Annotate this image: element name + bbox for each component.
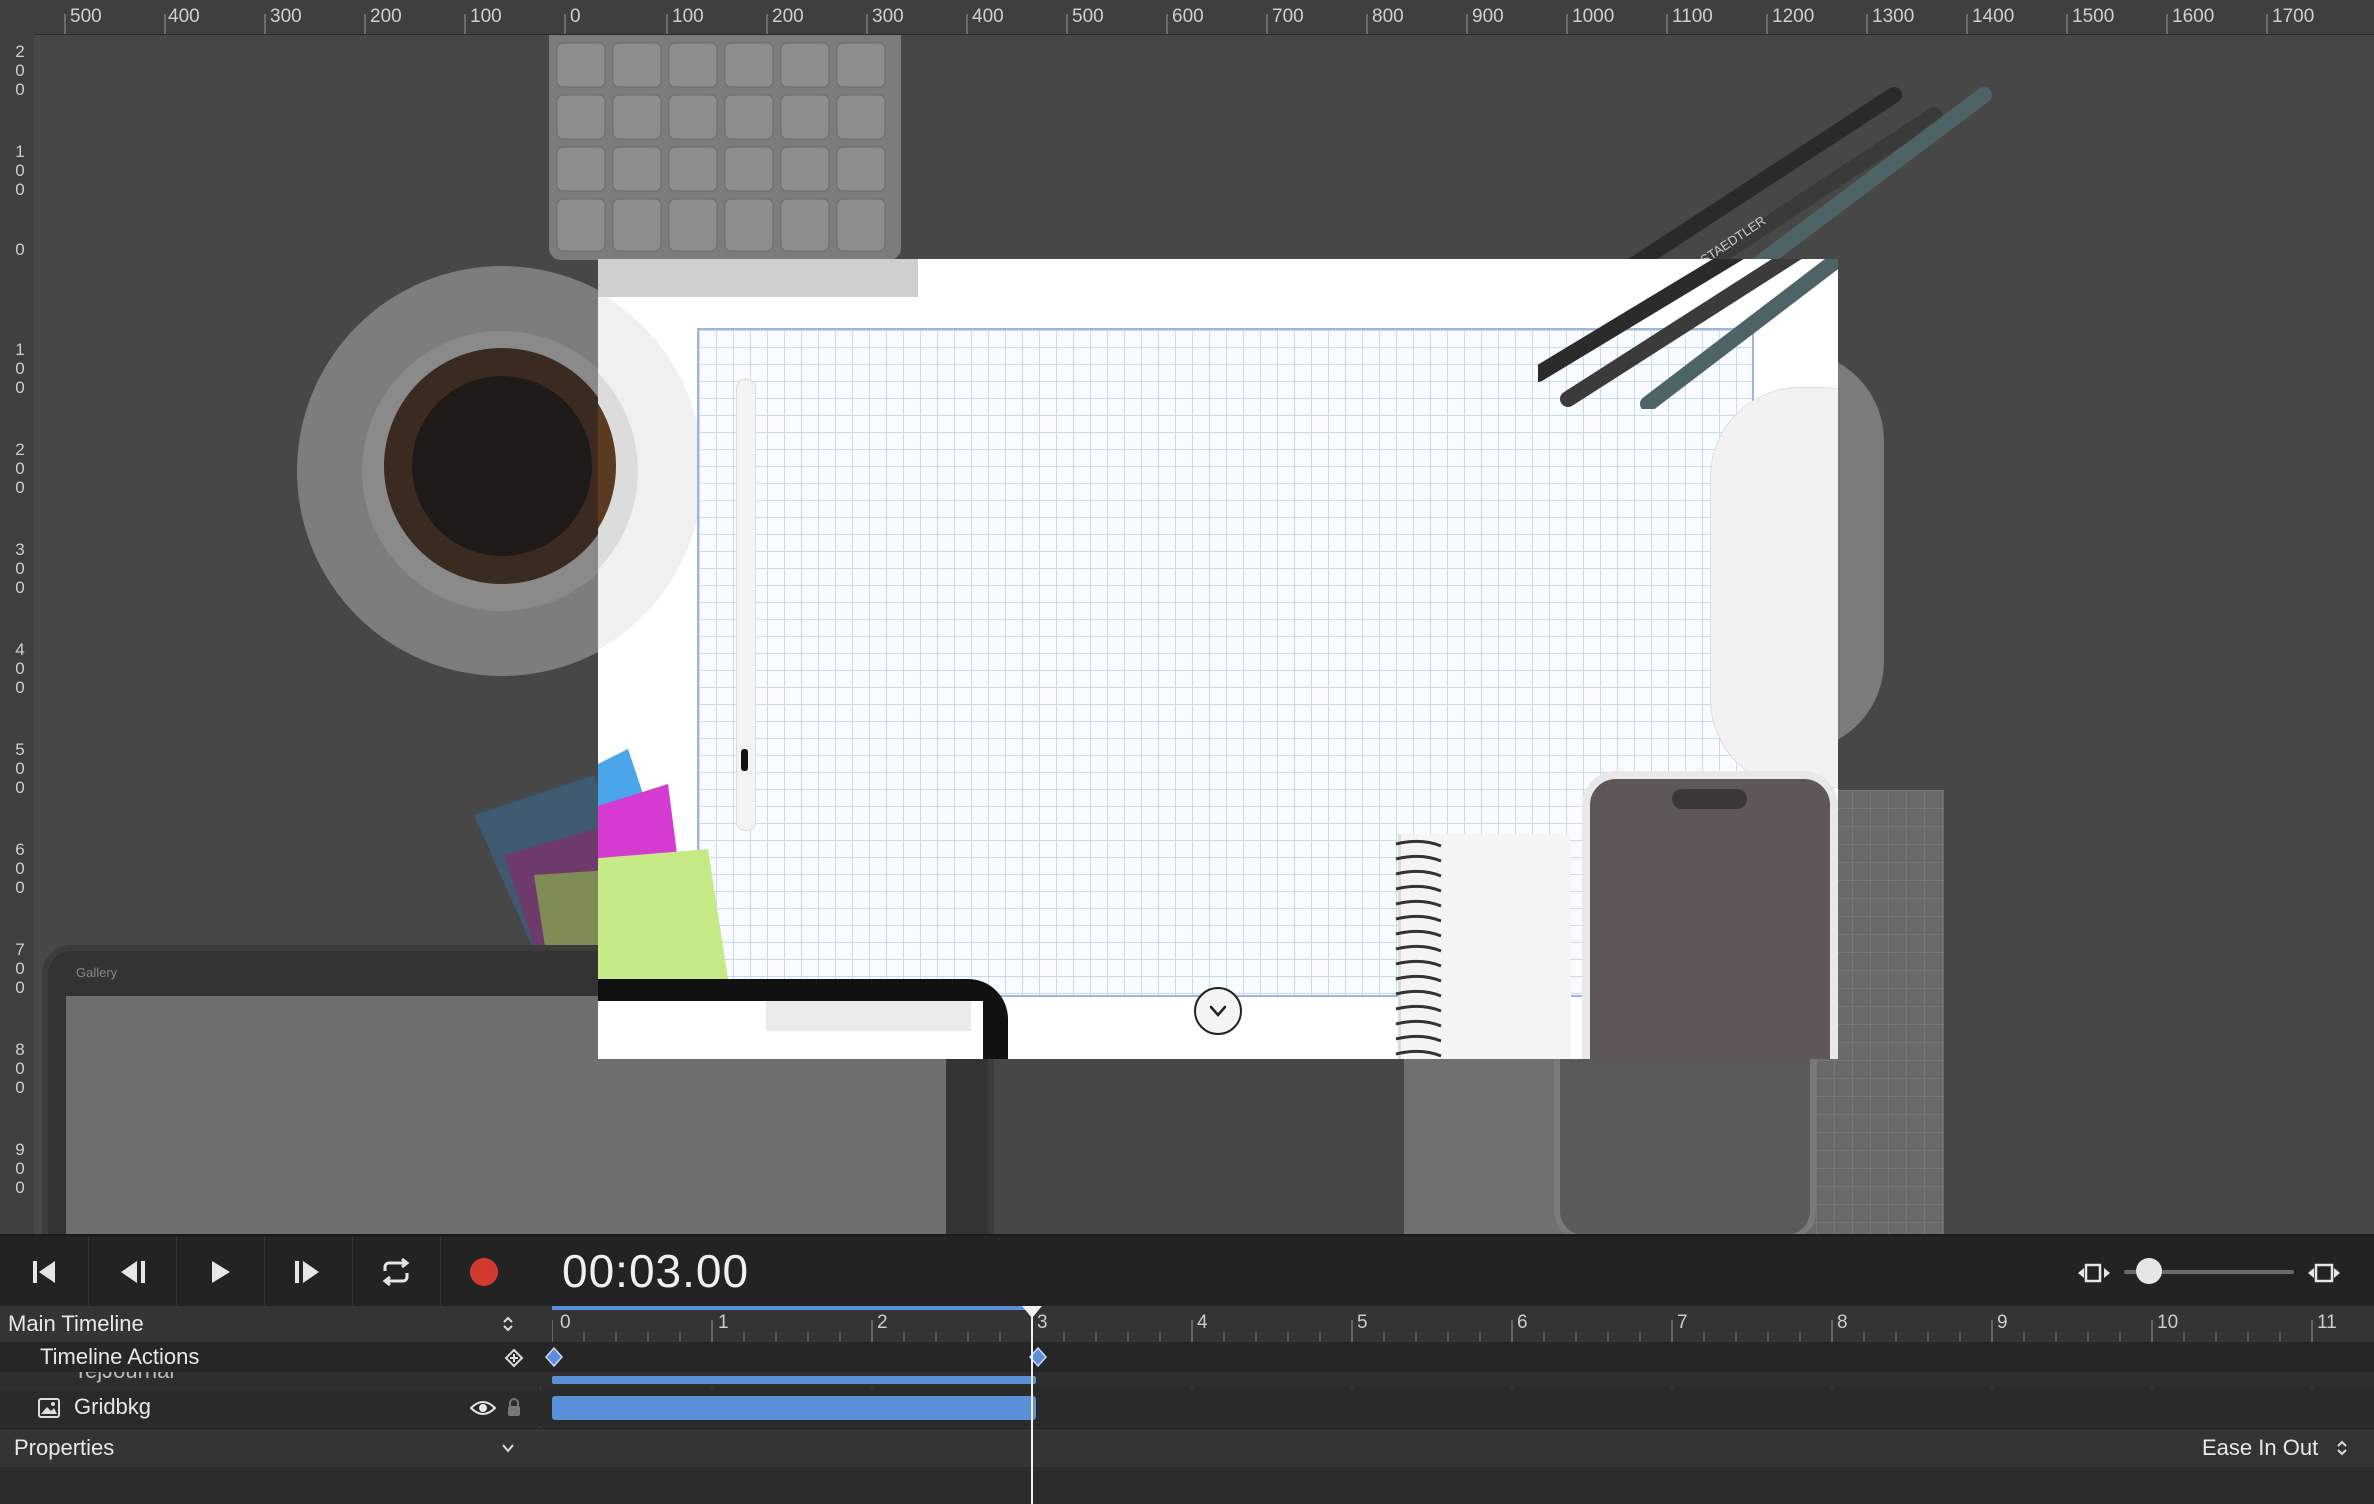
chevron-down-icon[interactable] — [500, 1441, 516, 1455]
dynamic-island — [1672, 789, 1747, 809]
ruler-label: 800 — [15, 1040, 25, 1097]
document-canvas[interactable] — [598, 259, 1838, 1059]
step-back-icon — [121, 1261, 145, 1283]
timeline-actions-label: Timeline Actions — [40, 1344, 200, 1369]
playhead-handle-icon[interactable] — [1022, 1306, 1042, 1320]
loop-icon — [382, 1257, 410, 1287]
collapse-chevron-button[interactable] — [1194, 987, 1242, 1035]
ruler-label: 900 — [15, 1140, 25, 1197]
pencils-canvas-image — [1538, 259, 1838, 409]
step-forward-button[interactable] — [264, 1236, 353, 1308]
ruler-label: 700 — [15, 940, 25, 997]
zoom-slider-thumb[interactable] — [2136, 1258, 2162, 1284]
record-icon — [470, 1258, 498, 1286]
skip-to-start-button[interactable] — [0, 1236, 89, 1308]
transport-bar: 00:03.00 — [0, 1234, 2374, 1308]
ruler-label: 0 — [15, 240, 25, 259]
sticky-notes-canvas-image — [598, 749, 728, 979]
step-forward-icon — [295, 1261, 319, 1283]
stage[interactable]: Gallery STAEDTLER — [34, 35, 2374, 1234]
step-back-button[interactable] — [88, 1236, 177, 1308]
layer-name-gridbkg[interactable]: Gridbkg — [74, 1394, 151, 1420]
vertical-ruler[interactable]: 200 100 0 100 200 300 400 500 600 700 80… — [0, 34, 35, 1234]
easing-selector[interactable]: Ease In Out — [2202, 1435, 2318, 1461]
playhead[interactable] — [1031, 1306, 1033, 1504]
ruler-label: 300 — [15, 540, 25, 597]
play-button[interactable] — [176, 1236, 265, 1308]
up-down-chevron-icon[interactable] — [500, 1314, 516, 1334]
layer-duration-bar-gridbkg[interactable] — [552, 1396, 1036, 1420]
keyboard-canvas-image — [598, 259, 918, 297]
magic-mouse-canvas-image — [1710, 387, 1838, 789]
skip-to-start-icon — [33, 1261, 55, 1283]
image-layer-icon — [38, 1398, 60, 1418]
ruler-label: 200 — [15, 440, 25, 497]
coffee-cup-canvas-image — [598, 292, 703, 650]
hidden-layer-label[interactable]: TejJournal — [74, 1372, 174, 1384]
keyframe-marker-icon[interactable] — [544, 1347, 564, 1367]
zoom-in-icon — [2308, 1263, 2340, 1283]
ruler-label: 400 — [15, 640, 25, 697]
properties-label[interactable]: Properties — [14, 1435, 114, 1461]
keyboard-keys — [556, 42, 886, 252]
zoom-slider[interactable] — [2124, 1258, 2294, 1284]
ruler-ticks — [64, 14, 2268, 34]
visibility-eye-icon[interactable] — [470, 1400, 496, 1416]
up-down-chevron-icon[interactable] — [2334, 1438, 2350, 1458]
add-keyframe-icon[interactable] — [504, 1348, 524, 1368]
timeline-panel: Main Timeline 0 1 2 3 4 5 6 7 8 9 10 11 — [0, 1306, 2374, 1504]
zoom-in-button[interactable] — [2306, 1260, 2342, 1291]
loop-button[interactable] — [352, 1236, 441, 1308]
layer-duration-bar[interactable] — [552, 1376, 1036, 1384]
ruler-label: 200 — [15, 42, 25, 99]
zoom-out-icon — [2078, 1263, 2110, 1283]
iphone-image — [1582, 771, 1838, 1059]
horizontal-ruler[interactable]: 500 400 300 200 100 0 100 200 300 400 50… — [0, 0, 2374, 35]
timecode-display: 00:03.00 — [562, 1245, 750, 1297]
chevron-down-icon — [1209, 1005, 1227, 1017]
spiral-notebook-image — [1395, 834, 1571, 1059]
procreate-gallery-label: Gallery — [76, 965, 118, 980]
ruler-label: 100 — [15, 340, 25, 397]
ruler-label: 500 — [15, 740, 25, 797]
lock-icon[interactable] — [506, 1397, 522, 1417]
ruler-label: 100 — [15, 142, 25, 199]
ruler-label: 600 — [15, 840, 25, 897]
zoom-out-button[interactable] — [2076, 1260, 2112, 1291]
record-button[interactable] — [440, 1236, 528, 1308]
ipad-canvas-image — [598, 979, 1008, 1059]
play-icon — [212, 1261, 230, 1283]
main-timeline-selector[interactable]: Main Timeline — [8, 1311, 144, 1337]
timeline-ticks — [552, 1320, 2313, 1342]
